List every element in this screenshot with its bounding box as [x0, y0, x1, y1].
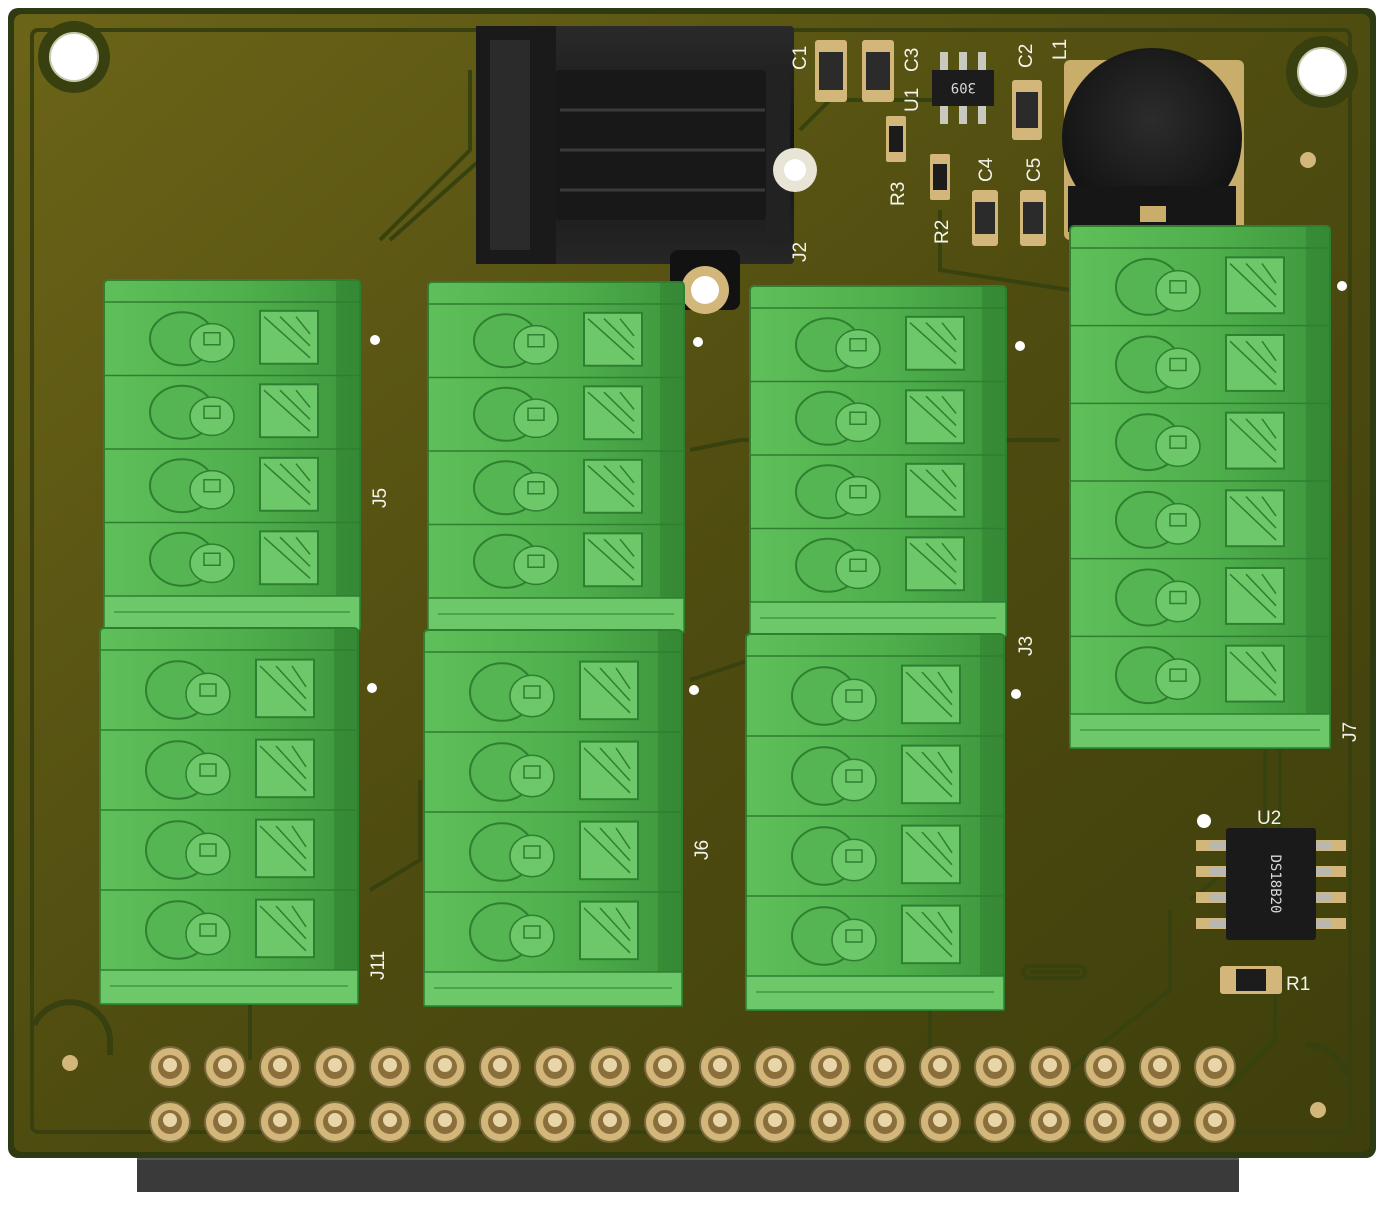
- label-j5: J5: [370, 488, 391, 508]
- label-r1: R1: [1286, 974, 1310, 995]
- terminal-block-j5: [103, 279, 361, 631]
- header-pin: [1084, 1101, 1126, 1143]
- u2-marking: DS18B20: [1267, 854, 1283, 913]
- label-j2: J2: [790, 242, 811, 262]
- terminal-block-j3: [745, 633, 1005, 1011]
- capacitor-c2: [1012, 80, 1042, 140]
- resistor-r3: [886, 116, 906, 162]
- capacitor-c3: [862, 40, 894, 102]
- terminal-block-j3a: [749, 285, 1007, 637]
- resistor-r1: [1220, 966, 1282, 994]
- header-pin: [589, 1101, 631, 1143]
- header-pin: [974, 1101, 1016, 1143]
- header-pin: [644, 1101, 686, 1143]
- header-pin: [919, 1101, 961, 1143]
- label-j7: J7: [1340, 722, 1361, 742]
- label-c4: C4: [976, 157, 997, 182]
- label-c2: C2: [1016, 44, 1037, 68]
- header-pin: [1139, 1046, 1181, 1088]
- header-pin: [149, 1101, 191, 1143]
- label-j3: J3: [1016, 636, 1037, 656]
- inductor-l1: [1062, 48, 1244, 240]
- terminal-block-j7: [1069, 225, 1331, 749]
- header-pin: [479, 1046, 521, 1088]
- header-pin: [204, 1101, 246, 1143]
- header-pin: [259, 1046, 301, 1088]
- header-pin: [424, 1101, 466, 1143]
- header-pin: [699, 1046, 741, 1088]
- header-pin: [699, 1101, 741, 1143]
- header-pin: [534, 1101, 576, 1143]
- header-pin: [1194, 1046, 1236, 1088]
- header-pin: [1084, 1046, 1126, 1088]
- header-pin: [1194, 1101, 1236, 1143]
- header-pin: [644, 1046, 686, 1088]
- header-pin: [809, 1101, 851, 1143]
- terminal-block-j6: [427, 281, 685, 633]
- capacitor-c1: [815, 40, 847, 102]
- header-pin: [1029, 1046, 1071, 1088]
- header-pin: [479, 1101, 521, 1143]
- header-pin: [1029, 1101, 1071, 1143]
- fiducial-bottom-right-pad: [1310, 1102, 1326, 1118]
- header-pin: [1139, 1101, 1181, 1143]
- label-r2: R2: [932, 220, 953, 244]
- label-r3: R3: [888, 182, 909, 206]
- label-c5: C5: [1024, 158, 1045, 182]
- header-pin: [204, 1046, 246, 1088]
- header-pin: [864, 1101, 906, 1143]
- label-j11: J11: [368, 951, 389, 980]
- header-pin: [369, 1101, 411, 1143]
- header-pin: [534, 1046, 576, 1088]
- header-pin: [919, 1046, 961, 1088]
- capacitor-c4: [972, 190, 998, 246]
- header-pin: [314, 1101, 356, 1143]
- pcb-scene: 309 DS18B20 C1 C3 U1 C2 L1 R3 R2 C4 C5 J…: [8, 8, 1376, 1192]
- mounting-hole-top-right: [1286, 36, 1358, 108]
- header-pin: [424, 1046, 466, 1088]
- header-pin: [314, 1046, 356, 1088]
- header-pin: [754, 1101, 796, 1143]
- u1-marking: 309: [951, 79, 976, 95]
- header-pin: [809, 1046, 851, 1088]
- header-pin: [974, 1046, 1016, 1088]
- header-pin: [149, 1046, 191, 1088]
- header-pin: [589, 1046, 631, 1088]
- label-l1: L1: [1050, 39, 1071, 60]
- label-u1: U1: [902, 88, 923, 112]
- label-c3: C3: [902, 48, 923, 72]
- regulator-u1: 309: [932, 52, 994, 124]
- mounting-hole-top-left: [38, 21, 110, 93]
- fiducial-top-right: [1300, 152, 1316, 168]
- header-pin: [259, 1101, 301, 1143]
- label-j6: J6: [692, 840, 713, 860]
- terminal-block-j6b: [423, 629, 683, 1007]
- header-pin: [369, 1046, 411, 1088]
- header-pin: [754, 1046, 796, 1088]
- label-c1: C1: [790, 46, 811, 70]
- label-u2: U2: [1257, 808, 1281, 829]
- resistor-r2: [930, 154, 950, 200]
- header-pin: [864, 1046, 906, 1088]
- terminal-block-j11: [99, 627, 359, 1005]
- fiducial-bottom-left-pad: [62, 1055, 78, 1071]
- capacitor-c5: [1020, 190, 1046, 246]
